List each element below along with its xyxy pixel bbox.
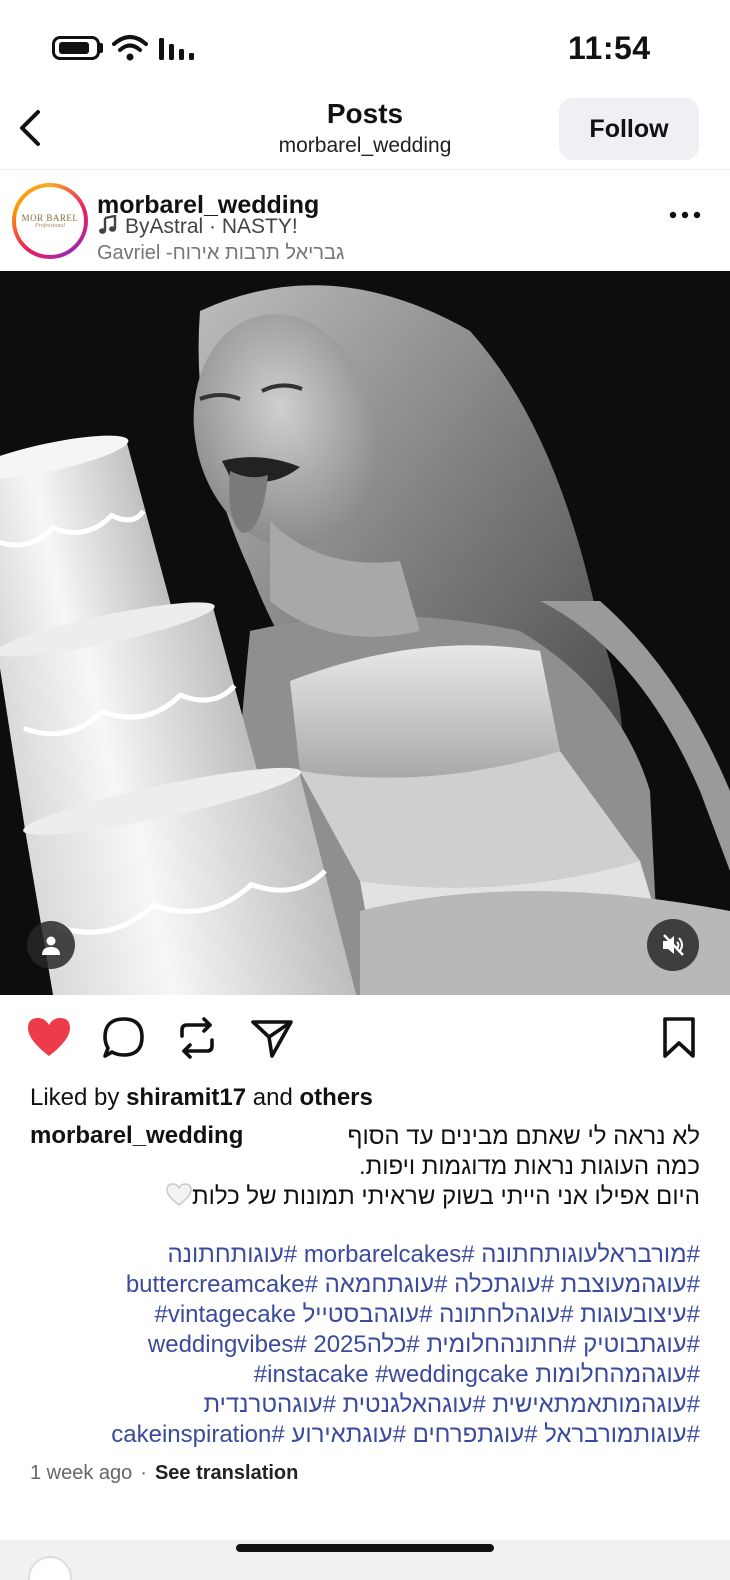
comment-icon[interactable] <box>102 1016 146 1060</box>
hashtag-text[interactable]: #instacake #weddingcake <box>254 1361 529 1388</box>
story-ring[interactable]: MOR BAREL Professional <box>12 183 88 259</box>
caption-line: כמה העוגות נראות מדוגמות ויפות. <box>359 1153 700 1180</box>
battery-cap <box>99 43 103 53</box>
caption-line: היום אפילו אני הייתי בשוק שראיתי תמונות … <box>166 1182 700 1212</box>
post-actions <box>0 1012 730 1072</box>
like-heart-icon[interactable] <box>26 1016 72 1058</box>
nav-header: Posts morbarel_wedding Follow <box>0 92 730 170</box>
likes-summary[interactable]: Liked by shiramit17 and others <box>30 1084 373 1112</box>
avatar[interactable]: MOR BAREL Professional <box>16 187 84 255</box>
tagged-people-button[interactable] <box>27 921 75 969</box>
white-heart-emoji-icon <box>166 1183 192 1206</box>
hashtags-block[interactable]: #מורבראלעוגותחתונה #morbarelcakes #עוגות… <box>20 1240 700 1450</box>
speaker-muted-icon <box>663 934 684 956</box>
more-options-icon[interactable] <box>668 209 702 221</box>
post-photo[interactable] <box>0 271 730 995</box>
music-note-icon <box>99 215 117 234</box>
caption-username[interactable]: morbarel_wedding <box>30 1122 243 1150</box>
likes-user[interactable]: shiramit17 <box>126 1084 246 1111</box>
photo-illustration <box>0 271 730 995</box>
audio-link[interactable]: ByAstral · NASTY! <box>97 215 298 239</box>
hashtag-line[interactable]: #עוגותמורבראל #עוגתפרחים #עוגתאירוע #cak… <box>20 1420 700 1450</box>
mute-button[interactable] <box>647 919 699 971</box>
battery-icon <box>52 36 100 60</box>
follow-button[interactable]: Follow <box>559 98 699 160</box>
hashtag-line[interactable]: #מורבראלעוגותחתונה #morbarelcakes #עוגות… <box>20 1240 700 1270</box>
post-header: MOR BAREL Professional morbarel_wedding … <box>0 171 730 271</box>
hashtag-line[interactable]: #עוגהמהחלומות #instacake #weddingcake <box>20 1360 700 1390</box>
see-translation-link[interactable]: See translation <box>155 1462 298 1484</box>
caption-text: לא נראה לי שאתם מבינים עד הסוף כמה העוגו… <box>166 1122 701 1212</box>
location-link[interactable]: Gavriel -גבריאל תרבות אירוח <box>97 242 344 265</box>
caption-line: לא נראה לי שאתם מבינים עד הסוף <box>347 1123 701 1150</box>
save-bookmark-icon[interactable] <box>662 1016 696 1060</box>
avatar-logo-text: MOR BAREL <box>21 213 79 223</box>
hashtag-line[interactable]: #עיצובעוגות #עוגהלחתונה #עוגהבסטייל #vin… <box>20 1300 700 1330</box>
wifi-icon <box>112 35 148 61</box>
hashtag-line[interactable]: #עוגהמעוצבת #עוגתכלה #עוגתחמאה #buttercr… <box>20 1270 700 1300</box>
post-age: 1 week ago <box>30 1462 133 1484</box>
hashtag-line[interactable]: #עוגהמותאמתאישית #עוגהאלגנטית #עוגהטרנדי… <box>20 1390 700 1420</box>
likes-and: and <box>252 1084 293 1111</box>
hashtag-line[interactable]: #עוגתבוטיק #חתונהחלומית #כלה2025 #weddin… <box>20 1330 700 1360</box>
hashtag-text[interactable]: #עוגהמהחלומות <box>535 1361 700 1388</box>
repost-icon[interactable] <box>176 1016 218 1060</box>
person-icon <box>42 936 60 955</box>
share-send-icon[interactable] <box>250 1016 294 1060</box>
likes-others[interactable]: others <box>300 1084 373 1111</box>
cellular-signal-icon <box>159 38 194 60</box>
avatar-logo-subtext: Professional <box>34 223 66 229</box>
likes-prefix: Liked by <box>30 1084 120 1111</box>
status-time: 11:54 <box>568 30 651 66</box>
home-indicator[interactable] <box>236 1544 494 1552</box>
hashtag-text[interactable]: #vintagecake <box>154 1301 295 1328</box>
meta-separator: · <box>140 1462 147 1484</box>
hashtag-text[interactable]: #עיצובעוגות #עוגהלחתונה #עוגהבסטייל <box>303 1301 700 1328</box>
post-meta: 1 week ago · See translation <box>30 1462 298 1485</box>
caption-line-text: היום אפילו אני הייתי בשוק שראיתי תמונות … <box>192 1183 700 1210</box>
status-bar: 11:54 <box>0 0 730 92</box>
audio-label: ByAstral · NASTY! <box>125 215 298 238</box>
